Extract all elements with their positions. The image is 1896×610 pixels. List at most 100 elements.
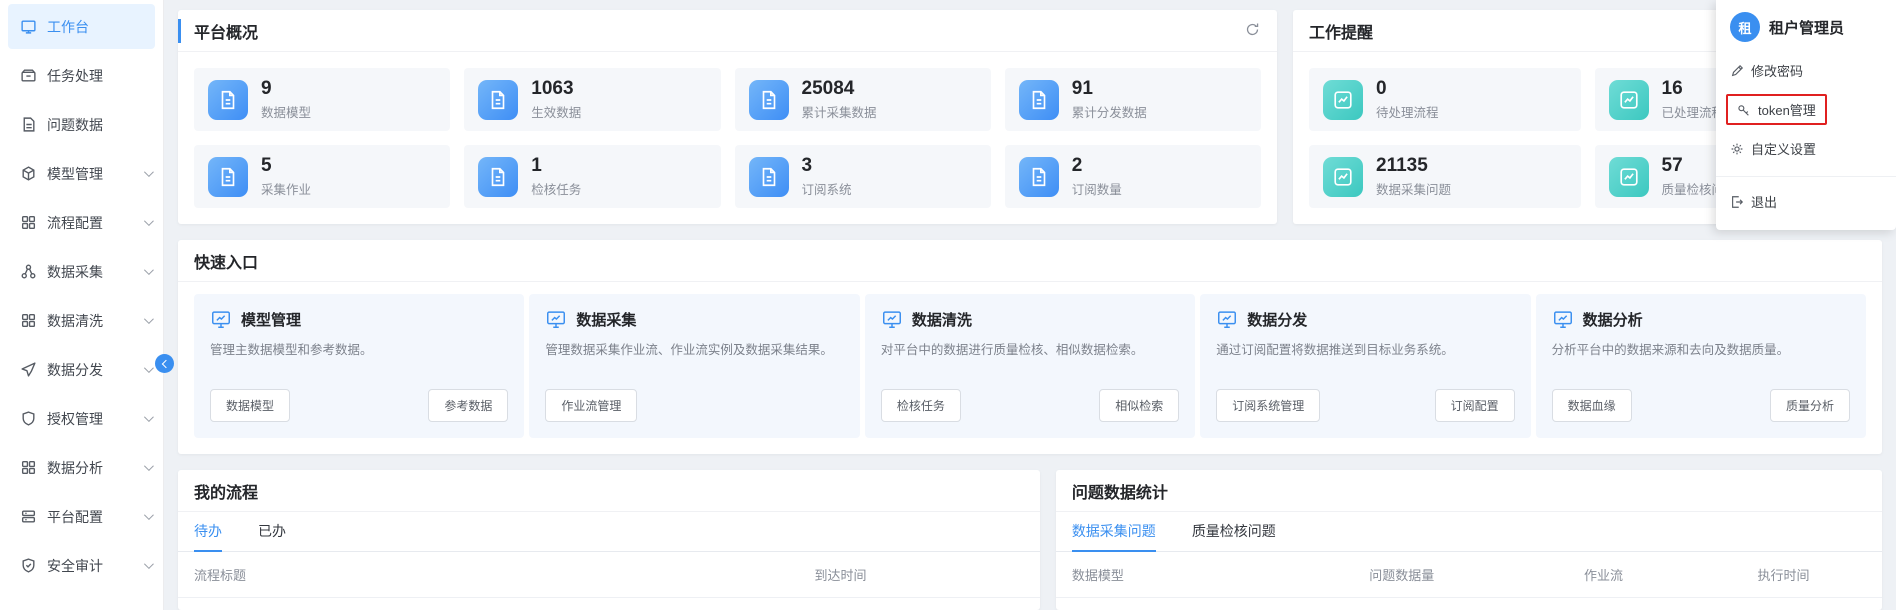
column-process-title: 流程标题: [178, 552, 799, 598]
sidebar-item-model-management[interactable]: 模型管理: [0, 149, 163, 198]
panel-title: 快速入口: [194, 249, 258, 273]
panel-title: 平台概况: [194, 19, 258, 43]
stat-value: 25084: [802, 78, 877, 100]
data-lineage-button[interactable]: 数据血缘: [1552, 389, 1632, 422]
grid-icon: [20, 312, 37, 329]
stat-value: 3: [802, 155, 852, 177]
quick-entry-panel: 快速入口 模型管理 管理主数据模型和参考数据。 数据模型 参考数据 数据采集 管…: [178, 240, 1882, 454]
menu-item-change-password[interactable]: 修改密码: [1716, 52, 1896, 89]
tab-todo[interactable]: 待办: [194, 512, 222, 552]
stat-card-collection-issues: 21135 数据采集问题: [1309, 145, 1581, 208]
stat-value: 5: [261, 155, 311, 177]
workbench-icon: [20, 18, 37, 35]
quick-entry-header: 快速入口: [178, 240, 1882, 282]
stat-value: 0: [1376, 78, 1439, 100]
sidebar-item-workbench[interactable]: 工作台: [8, 4, 155, 49]
logout-icon: [1730, 195, 1744, 209]
panel-title: 我的流程: [194, 479, 258, 503]
sidebar-collapse-button[interactable]: [155, 354, 174, 373]
sidebar-item-security-audit[interactable]: 安全审计: [0, 541, 163, 590]
monitor-icon: [1216, 308, 1238, 330]
my-process-panel: 我的流程 待办 已办 流程标题 到达时间: [178, 470, 1040, 610]
quick-card-title: 数据清洗: [912, 309, 972, 330]
similar-search-button[interactable]: 相似检索: [1099, 389, 1179, 422]
stat-card-subscription-count: 2 订阅数量: [1005, 145, 1261, 208]
refresh-icon[interactable]: [1243, 22, 1261, 40]
my-process-header: 我的流程: [178, 470, 1040, 512]
document-icon: [20, 116, 37, 133]
user-info-row: 租 租户管理员: [1716, 0, 1896, 52]
sidebar-item-label: 数据清洗: [47, 311, 103, 331]
chevron-down-icon: [144, 216, 154, 226]
quick-card-title: 数据分析: [1583, 309, 1643, 330]
platform-overview-panel: 平台概况 9数据模型 1063 生效数据 25084累计采集数据: [178, 10, 1277, 224]
stat-value: 2: [1072, 155, 1122, 177]
menu-item-logout[interactable]: 退出: [1716, 183, 1896, 220]
column-issue-count: 问题数据量: [1353, 552, 1568, 598]
tab-quality-issues[interactable]: 质量检核问题: [1192, 512, 1276, 552]
jobflow-management-button[interactable]: 作业流管理: [545, 389, 637, 422]
stat-label: 数据采集问题: [1376, 179, 1451, 198]
chevron-down-icon: [144, 314, 154, 324]
tab-done[interactable]: 已办: [258, 512, 286, 552]
chevron-down-icon: [144, 461, 154, 471]
chevron-down-icon: [144, 510, 154, 520]
document-icon: [478, 80, 518, 120]
sidebar-item-data-analysis[interactable]: 数据分析: [0, 443, 163, 492]
column-arrival-time: 到达时间: [799, 552, 1040, 598]
sidebar-item-data-collection[interactable]: 数据采集: [0, 247, 163, 296]
tab-collection-issues[interactable]: 数据采集问题: [1072, 512, 1156, 552]
share-nodes-icon: [20, 263, 37, 280]
quick-card-title: 模型管理: [241, 309, 301, 330]
stat-label: 数据模型: [261, 102, 311, 121]
stat-value: 1: [531, 155, 581, 177]
stat-value: 91: [1072, 78, 1147, 100]
quick-card-desc: 对平台中的数据进行质量检核、相似数据检索。: [881, 341, 1179, 360]
stat-label: 待处理流程: [1376, 102, 1439, 121]
sidebar-item-problem-data[interactable]: 问题数据: [0, 100, 163, 149]
sidebar-item-task-processing[interactable]: 任务处理: [0, 51, 163, 100]
stat-card-collected-data: 25084累计采集数据: [735, 68, 991, 131]
sidebar-item-process-config[interactable]: 流程配置: [0, 198, 163, 247]
reference-data-button[interactable]: 参考数据: [428, 389, 508, 422]
my-process-tabs: 待办 已办: [178, 512, 1040, 552]
quality-analysis-button[interactable]: 质量分析: [1770, 389, 1850, 422]
document-icon: [749, 80, 789, 120]
column-exec-time: 执行时间: [1742, 552, 1882, 598]
stat-label: 订阅系统: [802, 179, 852, 198]
sidebar-item-data-cleaning[interactable]: 数据清洗: [0, 296, 163, 345]
sidebar-item-data-distribution[interactable]: 数据分发: [0, 345, 163, 394]
stat-card-distributed-data: 91累计分发数据: [1005, 68, 1261, 131]
overview-stats-grid: 9数据模型 1063 生效数据 25084累计采集数据 91累计分发数据: [178, 52, 1277, 224]
stat-card-check-tasks: 1检核任务: [464, 145, 720, 208]
menu-item-token-management[interactable]: token管理: [1716, 89, 1896, 130]
menu-item-label: 修改密码: [1751, 61, 1803, 80]
check-task-button[interactable]: 检核任务: [881, 389, 961, 422]
subscription-config-button[interactable]: 订阅配置: [1435, 389, 1515, 422]
monitor-icon: [881, 308, 903, 330]
avatar: 租: [1730, 12, 1760, 42]
quick-cards: 模型管理 管理主数据模型和参考数据。 数据模型 参考数据 数据采集 管理数据采集…: [178, 282, 1882, 454]
chart-icon: [1609, 157, 1649, 197]
sidebar-item-label: 数据分发: [47, 360, 103, 380]
quick-card-desc: 管理主数据模型和参考数据。: [210, 341, 508, 360]
task-icon: [20, 67, 37, 84]
subscription-system-button[interactable]: 订阅系统管理: [1216, 389, 1320, 422]
sidebar-item-label: 授权管理: [47, 409, 103, 429]
grid-icon: [20, 459, 37, 476]
sidebar: 工作台 任务处理 问题数据 模型管理 流程配置 数据采集 数据清洗: [0, 0, 164, 610]
stat-label: 生效数据: [531, 102, 581, 121]
stat-value: 21135: [1376, 155, 1451, 177]
data-model-button[interactable]: 数据模型: [210, 389, 290, 422]
stat-card-collection-jobs: 5采集作业: [194, 145, 450, 208]
chart-icon: [1609, 80, 1649, 120]
sidebar-item-platform-config[interactable]: 平台配置: [0, 492, 163, 541]
menu-item-custom-settings[interactable]: 自定义设置: [1716, 130, 1896, 167]
sidebar-item-authorization[interactable]: 授权管理: [0, 394, 163, 443]
stat-card-data-models: 9数据模型: [194, 68, 450, 131]
chevron-down-icon: [144, 363, 154, 373]
column-jobflow: 作业流: [1568, 552, 1741, 598]
stat-value: 1063: [531, 78, 581, 100]
stat-label: 订阅数量: [1072, 179, 1122, 198]
annotation-red-box: token管理: [1726, 94, 1827, 125]
